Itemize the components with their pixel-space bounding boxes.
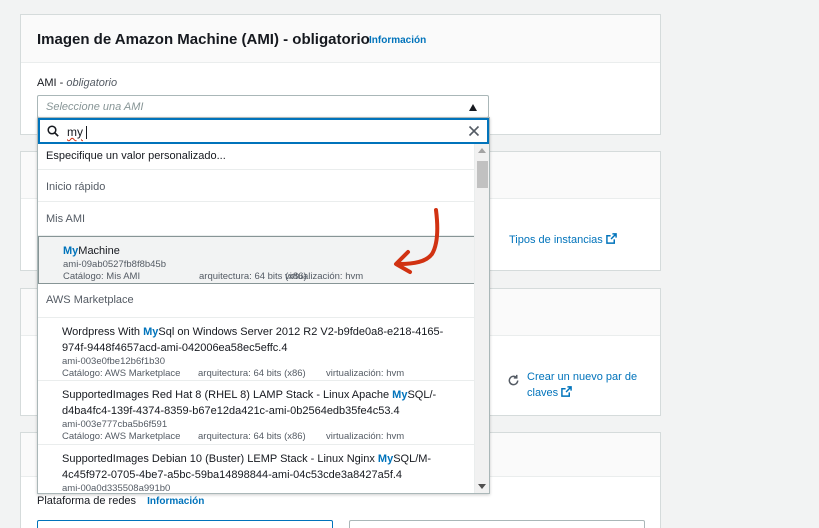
ami-section-title: Imagen de Amazon Machine (AMI) - obligat… (37, 31, 370, 48)
ami-option-name: Wordpress With MySql on Windows Server 2… (62, 324, 466, 356)
dropdown-scrollbar[interactable] (474, 144, 489, 493)
instance-types-link-label: Tipos de instancias (509, 234, 603, 246)
ami-search-text: my (67, 125, 83, 139)
network-option-classic[interactable] (349, 520, 645, 528)
ami-option-name-pre: SupportedImages Red Hat 8 (RHEL 8) LAMP … (62, 389, 393, 401)
ami-options-list: Especifique un valor personalizado... In… (38, 144, 489, 494)
ami-option-name-pre: Wordpress With (62, 326, 144, 338)
match-highlight: My (377, 453, 394, 465)
create-key-pair-link[interactable]: Crear un nuevo par de claves (527, 369, 637, 401)
ami-info-link[interactable]: Información (369, 35, 426, 46)
refresh-icon[interactable] (507, 374, 520, 387)
custom-value-option[interactable]: Especifique un valor personalizado... (38, 144, 474, 170)
external-link-icon (561, 386, 573, 397)
network-platform-label: Plataforma de redes Información (37, 495, 204, 507)
scroll-up-icon[interactable] (478, 148, 486, 153)
ami-option-arch: arquitectura: 64 bits (x86) (198, 431, 306, 442)
ami-option-id: ami-00a0d335508a991b0 (62, 483, 171, 494)
clear-icon[interactable] (468, 125, 480, 137)
caret-up-icon[interactable] (469, 104, 477, 111)
ami-field-required: obligatorio (66, 77, 118, 89)
ami-option-virt: virtualización: hvm (285, 271, 364, 282)
ami-option-arch: arquitectura: 64 bits (x86) (199, 271, 307, 282)
ami-field-label-text: AMI (37, 77, 57, 89)
ami-search-input[interactable]: my (38, 118, 489, 144)
ami-dropdown: my Especifique un valor personalizado...… (37, 117, 490, 494)
ami-option-marketplace-3[interactable]: SupportedImages Debian 10 (Buster) LEMP … (38, 445, 474, 494)
text-cursor (86, 126, 87, 139)
scrollbar-thumb[interactable] (477, 161, 488, 188)
ami-option-meta: Catálogo: AWS Marketplace arquitectura: 6… (62, 368, 466, 380)
ami-select-placeholder: Seleccione una AMI (46, 101, 144, 113)
ami-option-name: SupportedImages Red Hat 8 (RHEL 8) LAMP … (62, 387, 466, 419)
network-platform-label-text: Plataforma de redes (37, 495, 137, 507)
ami-field-label: AMI - obligatorio (37, 77, 118, 89)
custom-value-option-label: Especifique un valor personalizado... (46, 150, 226, 162)
group-marketplace-label: AWS Marketplace (46, 294, 134, 306)
ami-search-value[interactable]: my (67, 125, 83, 139)
ami-select[interactable]: Seleccione una AMI (37, 95, 489, 118)
network-info-link[interactable]: Información (147, 496, 204, 507)
ami-option-virt: virtualización: hvm (326, 368, 405, 379)
ami-option-virt: virtualización: hvm (326, 431, 405, 442)
search-icon (47, 125, 59, 137)
red-arrow-annotation (394, 208, 440, 274)
ami-option-id: ami-003e0fbe12b6f1b30 (62, 356, 166, 367)
match-highlight: My (63, 245, 79, 257)
external-link-icon (605, 233, 617, 244)
group-marketplace: AWS Marketplace (38, 284, 474, 318)
match-highlight: My (392, 389, 408, 401)
network-option-vpc[interactable] (37, 520, 333, 528)
match-highlight: My (143, 326, 159, 338)
ami-option-name: SupportedImages Debian 10 (Buster) LEMP … (62, 451, 466, 483)
create-key-pair-line1: Crear un nuevo par de (527, 371, 638, 383)
group-quick-start: Inicio rápido (38, 170, 474, 202)
ami-option-catalog: Catálogo: AWS Marketplace (62, 368, 181, 379)
ami-option-name-rest: Machine (78, 245, 120, 257)
ami-option-name-pre: SupportedImages Debian 10 (Buster) LEMP … (62, 453, 378, 465)
group-my-amis-label: Mis AMI (46, 213, 86, 225)
ami-option-catalog: Catálogo: Mis AMI (63, 271, 141, 282)
ami-option-marketplace-1[interactable]: Wordpress With MySql on Windows Server 2… (38, 318, 474, 381)
ami-option-meta: Catálogo: AWS Marketplace arquitectura: 6… (62, 431, 466, 443)
group-quick-start-label: Inicio rápido (46, 181, 106, 193)
ami-option-arch: arquitectura: 64 bits (x86) (198, 368, 306, 379)
ami-option-catalog: Catálogo: AWS Marketplace (62, 431, 181, 442)
instance-types-link[interactable]: Tipos de instancias (509, 232, 617, 248)
ami-option-marketplace-2[interactable]: SupportedImages Red Hat 8 (RHEL 8) LAMP … (38, 381, 474, 445)
ami-option-id: ami-003e777cba5b6f591 (62, 419, 168, 430)
create-key-pair-line2: claves (527, 387, 559, 399)
scroll-down-icon[interactable] (478, 484, 486, 489)
